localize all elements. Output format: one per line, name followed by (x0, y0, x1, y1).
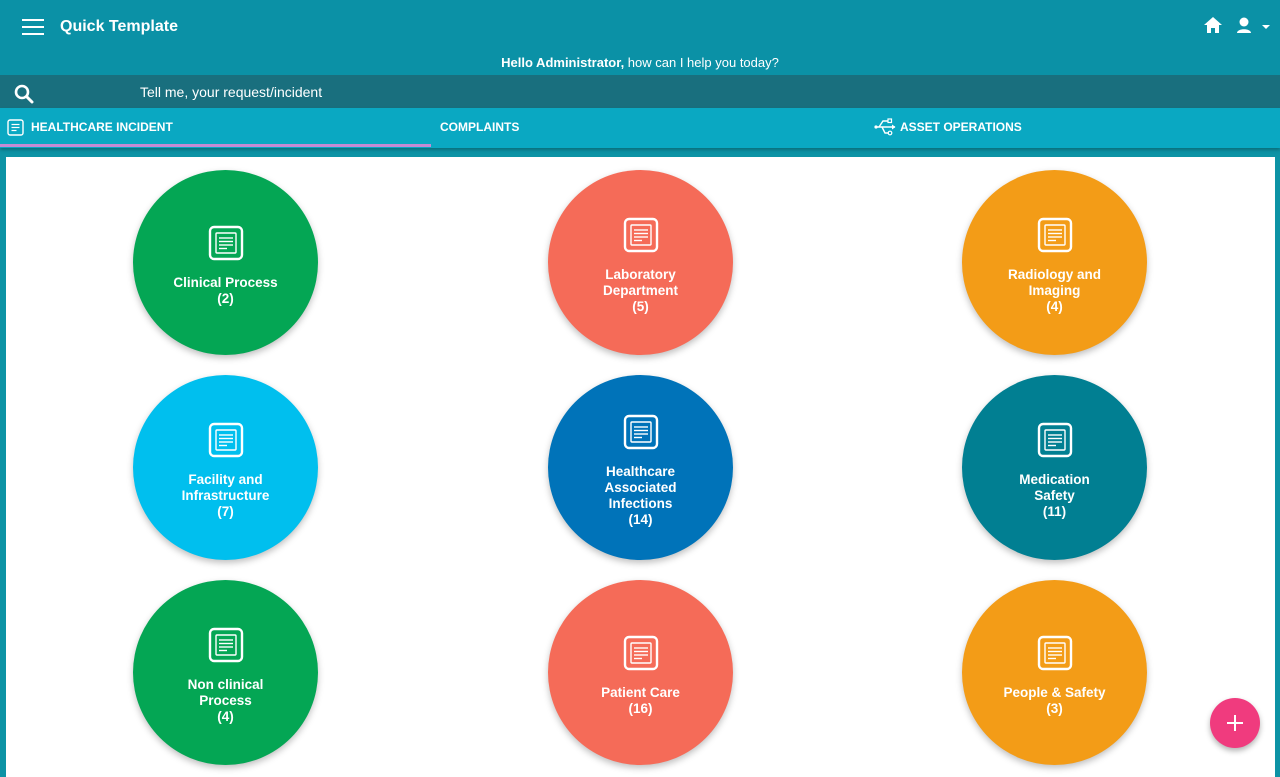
add-button[interactable] (1210, 698, 1260, 748)
plus-icon (1227, 715, 1243, 731)
tile-label: Patient Care (601, 684, 680, 700)
tile-count: (4) (1046, 298, 1063, 314)
tile-label: Laboratory Department (602, 266, 678, 298)
tile-count: (7) (217, 503, 234, 519)
document-icon (623, 635, 658, 670)
user-menu-button[interactable] (1236, 16, 1270, 36)
tile-label: Facility and Infrastructure (181, 471, 270, 503)
document-icon (1037, 635, 1072, 670)
app-title: Quick Template (60, 18, 178, 35)
document-icon (623, 217, 658, 252)
home-icon[interactable] (1203, 16, 1223, 34)
category-grid: Clinical Process (2) Laboratory Departmen… (6, 157, 1275, 777)
tile-count: (11) (1042, 503, 1067, 519)
category-tile[interactable]: Radiology and Imaging (4) (962, 170, 1147, 355)
category-tile[interactable]: Healthcare Associated Infections (14) (548, 375, 733, 560)
greeting-text: how can I help you today? (624, 55, 779, 70)
top-app-bar: Quick Template Hello Administrator, how … (0, 0, 1280, 75)
document-icon (208, 225, 243, 260)
tile-count: (14) (628, 511, 653, 527)
usb-icon (874, 118, 896, 136)
tab-label: ASSET OPERATIONS (900, 120, 1022, 134)
tab-label: HEALTHCARE INCIDENT (31, 120, 173, 134)
tab-label: COMPLAINTS (440, 120, 520, 134)
category-tile[interactable]: Non clinical Process (4) (133, 580, 318, 765)
category-tile[interactable]: Clinical Process (2) (133, 170, 318, 355)
tile-content: Clinical Process (2) (133, 170, 318, 355)
category-tile[interactable]: People & Safety (3) (962, 580, 1147, 765)
greeting-name: Hello Administrator, (501, 55, 625, 70)
tile-content: People & Safety (3) (962, 580, 1147, 765)
tile-count: (5) (632, 298, 649, 314)
document-icon (208, 627, 243, 662)
tile-count: (3) (1046, 700, 1063, 716)
tile-label: Healthcare Associated Infections (604, 463, 677, 511)
category-tabs: HEALTHCARE INCIDENT COMPLAINTS ASSET OPE… (0, 108, 1280, 148)
tile-label: People & Safety (1003, 684, 1106, 700)
tile-content: Facility and Infrastructure (7) (133, 375, 318, 560)
document-icon (1037, 422, 1072, 457)
tab-asset-operations[interactable]: ASSET OPERATIONS (862, 108, 1280, 148)
search-bar (0, 75, 1280, 108)
tile-content: Healthcare Associated Infections (14) (548, 375, 733, 560)
greeting: Hello Administrator, how can I help you … (0, 55, 1280, 70)
tab-complaints[interactable]: COMPLAINTS (431, 108, 862, 148)
hamburger-menu-icon[interactable] (22, 19, 44, 35)
tile-count: (16) (628, 700, 653, 716)
document-icon (7, 119, 24, 136)
tile-content: Radiology and Imaging (4) (962, 170, 1147, 355)
search-input[interactable] (140, 81, 740, 103)
document-icon (623, 414, 658, 449)
tab-healthcare-incident[interactable]: HEALTHCARE INCIDENT (0, 108, 431, 148)
category-tile[interactable]: Laboratory Department (5) (548, 170, 733, 355)
tile-label: Non clinical Process (187, 676, 264, 708)
tile-label: Clinical Process (173, 274, 278, 290)
tile-label: Medication Safety (1019, 471, 1090, 503)
tile-content: Patient Care (16) (548, 580, 733, 765)
tile-content: Non clinical Process (4) (133, 580, 318, 765)
tile-content: Medication Safety (11) (962, 375, 1147, 560)
category-tile[interactable]: Patient Care (16) (548, 580, 733, 765)
tile-count: (2) (217, 290, 234, 306)
category-tile[interactable]: Medication Safety (11) (962, 375, 1147, 560)
tile-label: Radiology and Imaging (1007, 266, 1101, 298)
search-icon[interactable] (14, 84, 34, 104)
document-icon (208, 422, 243, 457)
tile-count: (4) (217, 708, 234, 724)
category-tile[interactable]: Facility and Infrastructure (7) (133, 375, 318, 560)
user-icon (1237, 17, 1270, 33)
tile-content: Laboratory Department (5) (548, 170, 733, 355)
document-icon (1037, 217, 1072, 252)
